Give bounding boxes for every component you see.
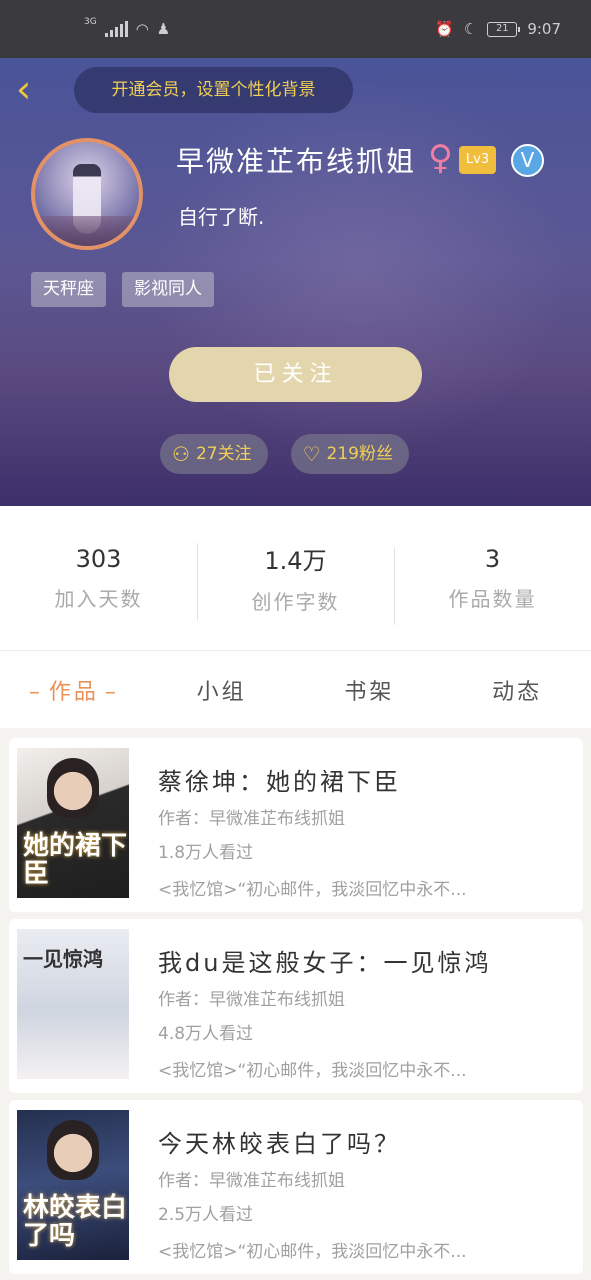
profile-tabs: 作品 小组 书架 动态 xyxy=(0,650,591,728)
tab-bookshelf[interactable]: 书架 xyxy=(296,674,444,706)
back-button[interactable]: ‹ xyxy=(16,70,46,108)
book-views: 1.8万人看过 xyxy=(158,843,254,863)
chevron-left-icon: ‹ xyxy=(16,67,32,111)
stat-label: 创作字数 xyxy=(251,590,340,614)
stat-works: 3 作品数量 xyxy=(394,544,591,625)
wifi-icon: ◠ xyxy=(135,20,149,38)
book-cover[interactable]: 她的裙下臣 xyxy=(17,748,129,898)
signal-icon xyxy=(104,21,128,37)
avatar-ground xyxy=(35,216,139,246)
female-icon: ♀ xyxy=(428,138,453,178)
nickname: 早微准芷布线抓姐 xyxy=(176,145,417,178)
book-title: 我du是这般女子：一见惊鸿 xyxy=(158,949,492,977)
cover-title: 林皎表白了吗 xyxy=(23,1193,128,1251)
book-cover[interactable]: 林皎表白了吗 xyxy=(17,1110,129,1260)
tag-item: 影视同人 xyxy=(122,272,214,307)
verified-icon[interactable]: V xyxy=(511,144,544,177)
vip-background-prompt[interactable]: 开通会员，设置个性化背景 xyxy=(74,67,353,113)
book-author: 作者：早微准芷布线抓姐 xyxy=(158,990,345,1010)
status-bar: 3G ◠ ♟ ⏰ ☾ 21 9:07 xyxy=(0,0,591,58)
stat-words: 1.4万 创作字数 xyxy=(197,541,394,621)
fans-count: 219粉丝 xyxy=(326,444,393,464)
social-stats: ⚇ 27关注 ♡ 219粉丝 xyxy=(160,434,409,474)
stat-value: 3 xyxy=(484,544,501,573)
heart-icon: ♡ xyxy=(302,442,321,466)
cover-portrait xyxy=(47,1120,99,1180)
book-cover[interactable]: 一见惊鸿 xyxy=(17,929,129,1079)
stat-days: 303 加入天数 xyxy=(0,545,197,612)
list-item[interactable]: 林皎表白了吗 今天林皎表白了吗？ 作者：早微准芷布线抓姐 2.5万人看过 <我忆… xyxy=(9,1100,583,1274)
following-count: 27关注 xyxy=(195,444,252,464)
book-views: 4.8万人看过 xyxy=(158,1024,254,1044)
qq-icon: ♟ xyxy=(156,20,171,38)
book-description: <我忆馆>“初心邮件，我淡回忆中永不... xyxy=(158,880,467,900)
book-author: 作者：早微准芷布线抓姐 xyxy=(158,809,345,829)
clock: 9:07 xyxy=(527,20,561,38)
stat-label: 加入天数 xyxy=(54,586,143,611)
tab-groups[interactable]: 小组 xyxy=(148,674,296,706)
bio: 自行了断. xyxy=(178,205,265,229)
fans-pill[interactable]: ♡ 219粉丝 xyxy=(290,434,409,474)
book-list: 她的裙下臣 蔡徐坤：她的裙下臣 作者：早微准芷布线抓姐 1.8万人看过 <我忆馆… xyxy=(9,738,583,1280)
status-left: 3G ◠ ♟ xyxy=(84,17,171,38)
profile-header: ‹ 开通会员，设置个性化背景 早微准芷布线抓姐 ♀ Lv3 V 自行了断. 天秤… xyxy=(0,58,591,506)
author-stats: 303 加入天数 1.4万 创作字数 3 作品数量 xyxy=(0,506,591,650)
tab-activity[interactable]: 动态 xyxy=(443,674,591,706)
user-add-icon: ⚇ xyxy=(172,442,190,466)
tag-list: 天秤座 影视同人 xyxy=(31,272,214,307)
stat-value: 1.4万 xyxy=(264,547,327,575)
avatar[interactable] xyxy=(31,138,143,250)
tag-item: 天秤座 xyxy=(31,272,106,307)
tab-works[interactable]: 作品 xyxy=(0,674,148,706)
list-item[interactable]: 一见惊鸿 我du是这般女子：一见惊鸿 作者：早微准芷布线抓姐 4.8万人看过 <… xyxy=(9,919,583,1093)
book-views: 2.5万人看过 xyxy=(158,1205,254,1225)
cover-title: 一见惊鸿 xyxy=(23,947,103,971)
level-badge[interactable]: Lv3 xyxy=(459,146,496,174)
stat-value: 303 xyxy=(75,544,122,573)
cover-title: 她的裙下臣 xyxy=(23,831,128,889)
list-item[interactable]: 她的裙下臣 蔡徐坤：她的裙下臣 作者：早微准芷布线抓姐 1.8万人看过 <我忆馆… xyxy=(9,738,583,912)
stat-label: 作品数量 xyxy=(448,586,537,611)
moon-icon: ☾ xyxy=(463,20,478,38)
network-type: 3G xyxy=(84,17,97,27)
book-title: 今天林皎表白了吗？ xyxy=(158,1130,401,1158)
status-right: ⏰ ☾ 21 9:07 xyxy=(435,20,561,38)
follow-button[interactable]: 已关注 xyxy=(169,347,422,402)
book-description: <我忆馆>“初心邮件，我淡回忆中永不... xyxy=(158,1061,467,1081)
cover-portrait xyxy=(47,758,99,818)
book-title: 蔡徐坤：她的裙下臣 xyxy=(158,768,401,796)
following-pill[interactable]: ⚇ 27关注 xyxy=(160,434,268,474)
book-description: <我忆馆>“初心邮件，我淡回忆中永不... xyxy=(158,1242,467,1262)
battery-icon: 21 xyxy=(487,21,521,37)
alarm-icon: ⏰ xyxy=(435,20,454,38)
book-author: 作者：早微准芷布线抓姐 xyxy=(158,1171,345,1191)
